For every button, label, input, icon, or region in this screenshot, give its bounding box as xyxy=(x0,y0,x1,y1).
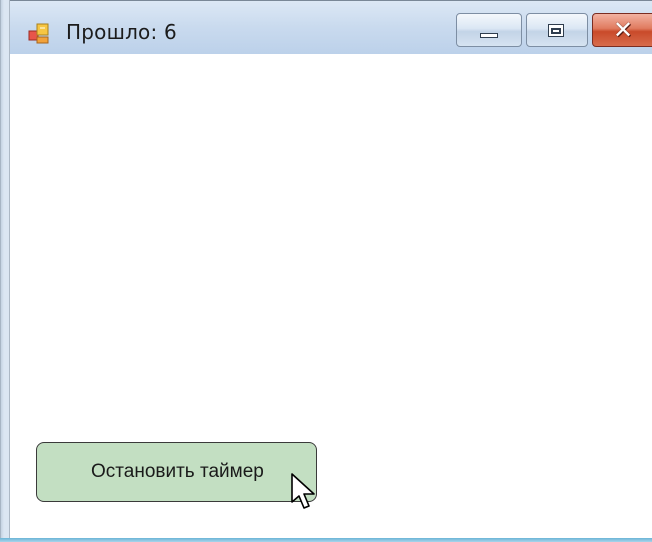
mouse-pointer-icon xyxy=(291,473,315,509)
window-frame-left xyxy=(0,0,10,542)
minimize-button[interactable] xyxy=(456,13,522,47)
windows-form-icon xyxy=(28,23,49,44)
maximize-icon xyxy=(548,24,564,37)
minimize-icon xyxy=(480,33,498,38)
close-button[interactable]: ✕ xyxy=(592,13,652,47)
app-window: Прошло: 6 ✕ Остановить таймер xyxy=(0,0,652,542)
title-bar[interactable]: Прошло: 6 ✕ xyxy=(0,0,652,54)
window-title: Прошло: 6 xyxy=(66,20,177,44)
close-icon: ✕ xyxy=(613,16,634,44)
stop-timer-button[interactable]: Остановить таймер xyxy=(36,442,317,502)
maximize-button[interactable] xyxy=(526,13,588,47)
stop-timer-button-label: Остановить таймер xyxy=(91,461,264,482)
window-frame-bottom xyxy=(0,538,652,542)
